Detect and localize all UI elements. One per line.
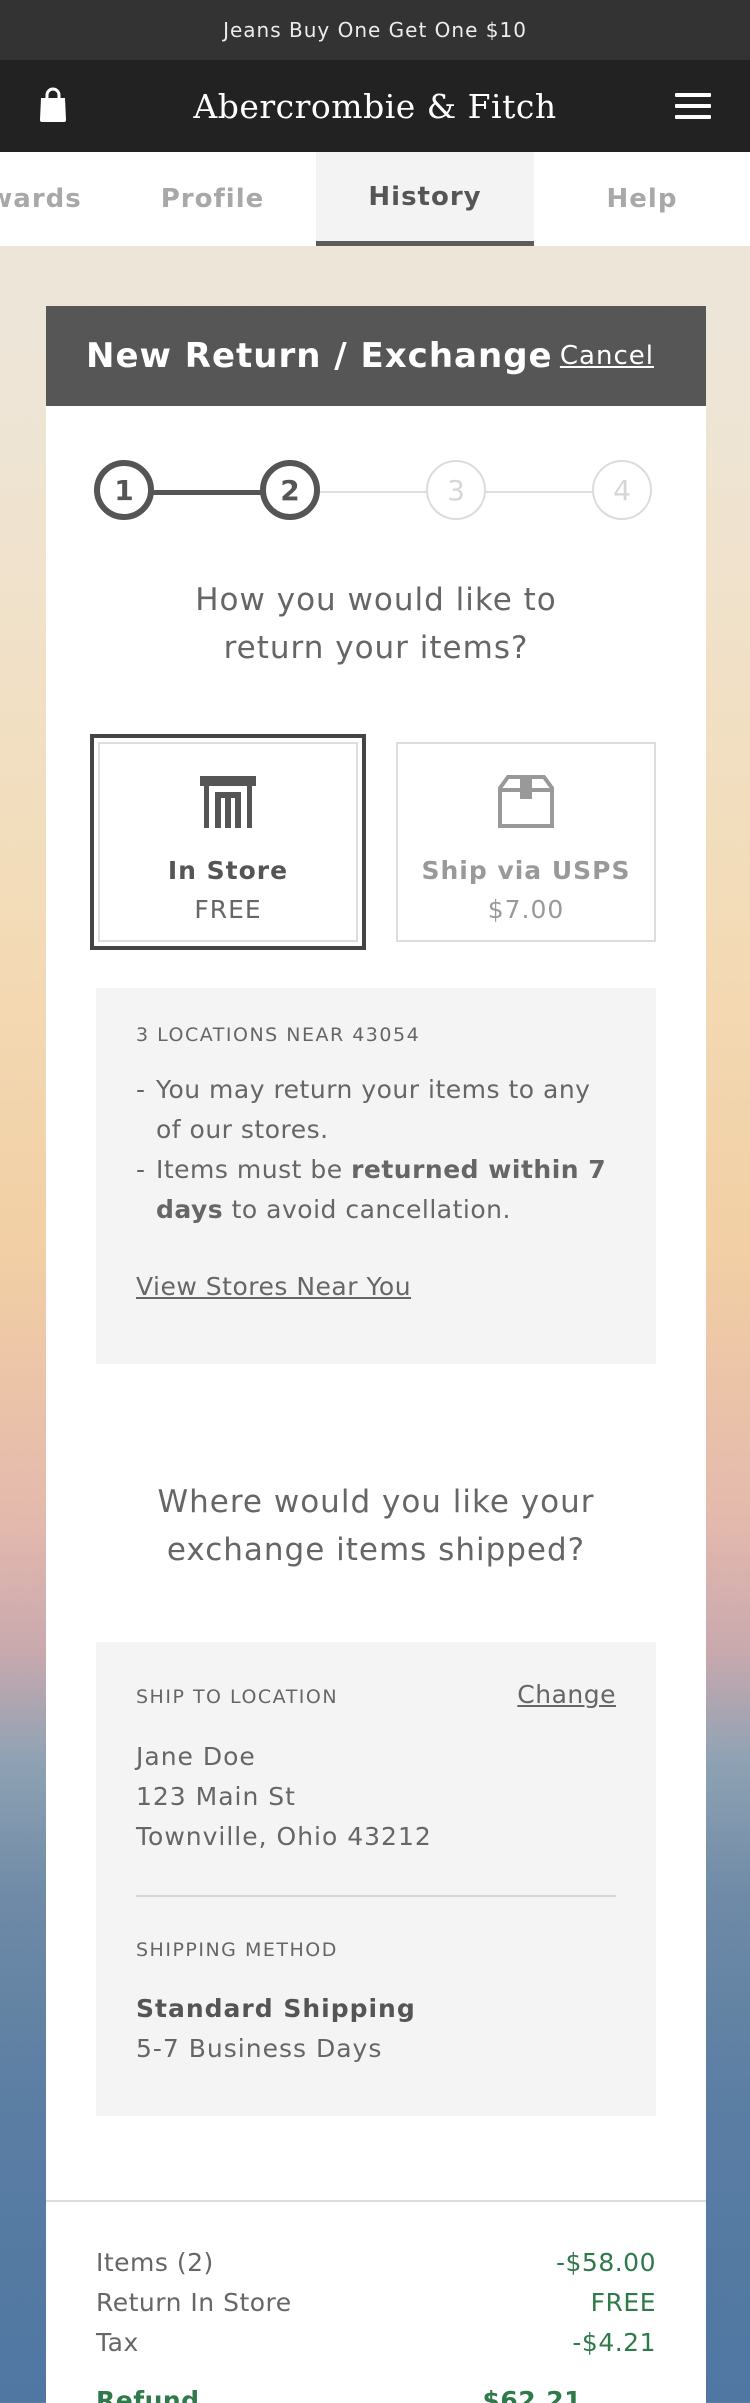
ship-to-location-label: SHIP TO LOCATION bbox=[136, 1686, 339, 1708]
summary-divider bbox=[46, 2200, 706, 2202]
step-4: 4 bbox=[592, 460, 652, 520]
option-price: FREE bbox=[194, 895, 262, 924]
hamburger-menu-icon[interactable] bbox=[675, 93, 711, 121]
locations-count-label: 3 LOCATIONS NEAR 43054 bbox=[136, 1024, 421, 1046]
step-connector bbox=[152, 490, 262, 495]
refund-label: Refund bbox=[96, 2386, 200, 2403]
step-connector bbox=[484, 491, 596, 493]
site-header: Abercrombie & Fitch bbox=[0, 60, 750, 152]
account-tabs: wards Profile History Help bbox=[0, 152, 750, 246]
return-info-bullet: You may return your items to any of our … bbox=[136, 1070, 616, 1150]
tab-label: Profile bbox=[160, 184, 265, 214]
tab-rewards[interactable]: wards bbox=[0, 152, 110, 246]
option-name: Ship via USPS bbox=[421, 856, 631, 885]
step-2: 2 bbox=[260, 460, 320, 520]
summary-label: Return In Store bbox=[96, 2288, 292, 2317]
option-in-store[interactable]: In Store FREE bbox=[90, 734, 366, 950]
shipping-method-label: SHIPPING METHOD bbox=[136, 1939, 338, 1961]
shipping-question: Where would you like your exchange items… bbox=[157, 1484, 595, 1568]
summary-row-items: Items (2) -$58.00 bbox=[96, 2248, 656, 2277]
shipping-method-time: 5-7 Business Days bbox=[136, 2034, 383, 2063]
progress-stepper: 1 2 3 4 bbox=[94, 460, 654, 524]
step-connector bbox=[318, 491, 430, 493]
return-method-question: How you would like to return your items? bbox=[195, 582, 557, 666]
summary-value: FREE bbox=[590, 2288, 656, 2317]
store-locations-panel: 3 LOCATIONS NEAR 43054 You may return yo… bbox=[96, 988, 656, 1364]
brand-logo[interactable]: Abercrombie & Fitch bbox=[193, 87, 556, 126]
address-name: Jane Doe bbox=[136, 1742, 256, 1771]
address-street: 123 Main St bbox=[136, 1782, 296, 1811]
promo-text: Jeans Buy One Get One $10 bbox=[223, 18, 527, 42]
tab-label: Help bbox=[606, 184, 678, 214]
shipping-method-name: Standard Shipping bbox=[136, 1994, 416, 2023]
shopping-bag-icon[interactable] bbox=[38, 87, 68, 123]
summary-row-refund: Refund $62.21 bbox=[96, 2386, 656, 2403]
change-address-link[interactable]: Change bbox=[517, 1680, 616, 1709]
package-icon bbox=[498, 775, 554, 828]
refund-value: $62.21 bbox=[482, 2386, 582, 2403]
tab-label: wards bbox=[0, 184, 82, 214]
shipping-address: Jane Doe 123 Main St Townville, Ohio 432… bbox=[136, 1737, 616, 1857]
option-name: In Store bbox=[167, 856, 289, 885]
summary-label: Tax bbox=[96, 2328, 139, 2357]
store-icon bbox=[200, 776, 256, 828]
address-city: Townville, Ohio 43212 bbox=[136, 1822, 432, 1851]
shipping-details-panel: SHIP TO LOCATION Change Jane Doe 123 Mai… bbox=[96, 1642, 656, 2116]
summary-row-return: Return In Store FREE bbox=[96, 2288, 656, 2317]
return-deadline-bullet: Items must be returned within 7 days to … bbox=[136, 1150, 616, 1230]
option-price: $7.00 bbox=[487, 895, 565, 924]
summary-value: -$58.00 bbox=[556, 2248, 656, 2277]
tab-label: History bbox=[368, 181, 482, 212]
step-1: 1 bbox=[94, 460, 154, 520]
summary-row-tax: Tax -$4.21 bbox=[96, 2328, 656, 2357]
return-exchange-card: New Return / Exchange Cancel 1 2 3 4 How… bbox=[46, 306, 706, 2403]
view-stores-link[interactable]: View Stores Near You bbox=[136, 1272, 616, 1301]
card-title: New Return / Exchange bbox=[86, 336, 553, 376]
tab-help[interactable]: Help bbox=[534, 152, 750, 246]
tab-history[interactable]: History bbox=[316, 152, 534, 246]
tab-profile[interactable]: Profile bbox=[110, 152, 315, 246]
summary-value: -$4.21 bbox=[572, 2328, 656, 2357]
divider bbox=[136, 1895, 616, 1897]
summary-label: Items (2) bbox=[96, 2248, 214, 2277]
cancel-link[interactable]: Cancel bbox=[560, 341, 654, 371]
card-header: New Return / Exchange Cancel bbox=[46, 306, 706, 406]
step-3: 3 bbox=[426, 460, 486, 520]
option-ship-usps[interactable]: Ship via USPS $7.00 bbox=[396, 742, 656, 942]
promo-banner[interactable]: Jeans Buy One Get One $10 bbox=[0, 0, 750, 60]
